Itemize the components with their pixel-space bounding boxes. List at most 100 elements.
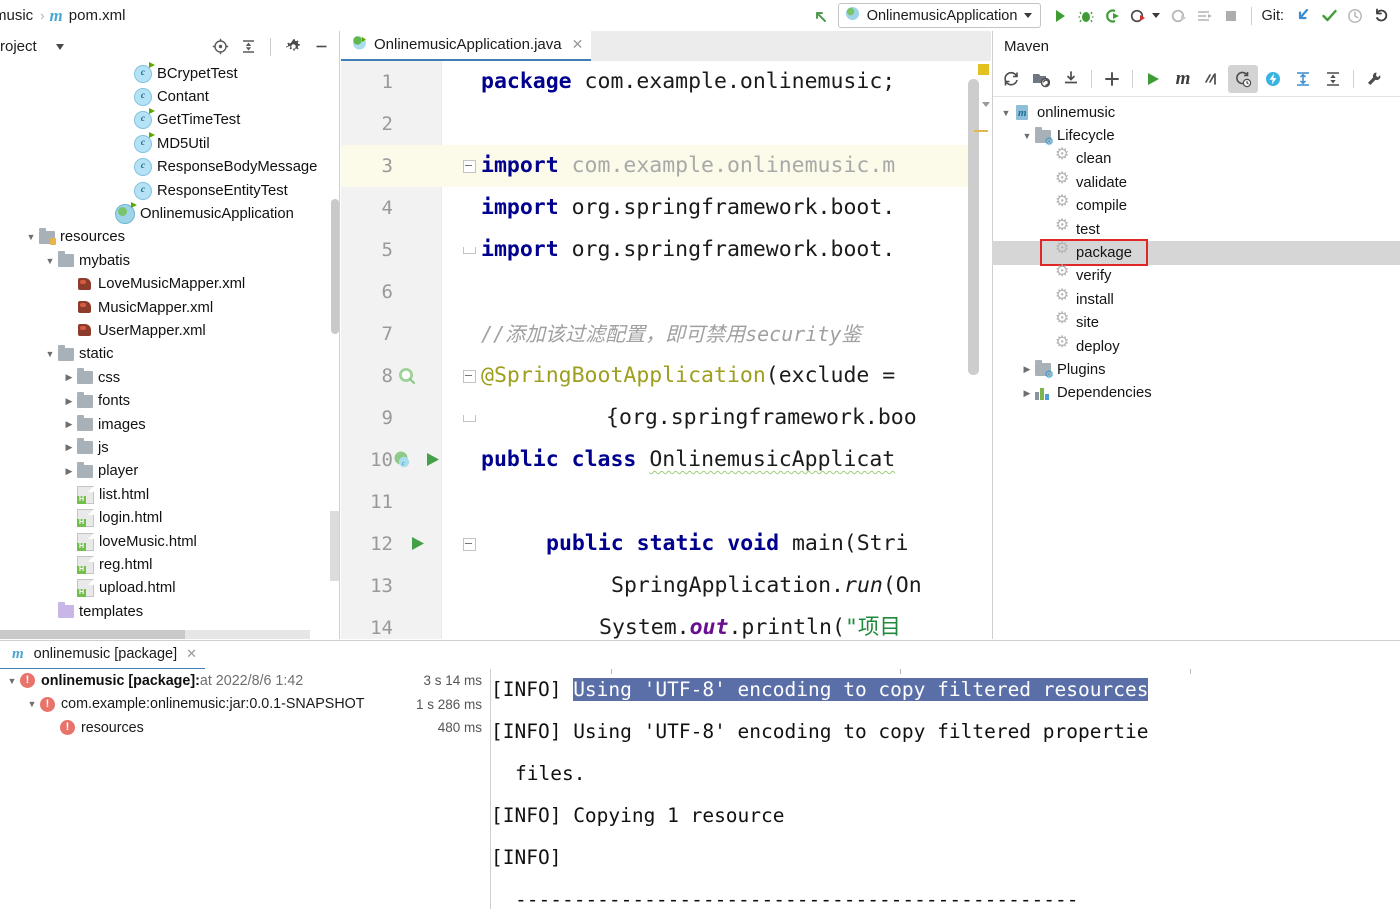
spring-bean-gutter-icon[interactable] [397, 366, 417, 390]
stop-button[interactable] [1218, 3, 1244, 29]
list-item[interactable]: ▶MusicMapper.xml [0, 296, 332, 319]
list-item[interactable]: ▶cResponseEntityTest [0, 179, 332, 202]
chevron-right-icon[interactable]: ▶ [61, 442, 77, 453]
chevron-down-icon[interactable]: ▼ [42, 349, 58, 359]
list-item[interactable]: ▶cContant [0, 85, 332, 108]
list-item[interactable]: ▶install [992, 288, 1400, 311]
toggle-offline-mode-icon[interactable] [1228, 65, 1258, 93]
run-maven-build-icon[interactable] [1138, 65, 1168, 93]
list-item[interactable]: ▶cBCrypetTest [0, 62, 332, 85]
fold-marker-end[interactable] [463, 242, 476, 255]
maven-goal-package-selected[interactable]: ▶package [992, 239, 1400, 267]
list-item[interactable]: ▶validate [992, 171, 1400, 194]
chevron-down-icon[interactable] [56, 44, 64, 50]
list-item[interactable]: ▶upload.html [0, 577, 332, 600]
list-item[interactable]: ▶ css [0, 366, 332, 389]
project-scrollbar-horizontal[interactable] [0, 630, 310, 639]
editor-scrollbar-vertical[interactable] [968, 61, 979, 639]
git-update-project-icon[interactable] [1290, 3, 1316, 29]
list-item[interactable]: ▶reg.html [0, 553, 332, 576]
chevron-right-icon[interactable]: ▶ [61, 419, 77, 430]
fold-marker[interactable] [463, 370, 476, 383]
toggle-skip-tests-icon[interactable] [1198, 65, 1228, 93]
breadcrumb-file[interactable]: pom.xml [67, 7, 128, 24]
build-result-tree[interactable]: ▼! onlinemusic [package]: at 2022/8/6 1:4… [0, 669, 490, 909]
fold-marker[interactable] [463, 160, 476, 173]
chevron-down-icon[interactable]: ▼ [4, 676, 20, 686]
list-item[interactable]: ▶UserMapper.xml [0, 319, 332, 342]
collapse-all-icon[interactable] [235, 34, 261, 60]
panel-divider[interactable] [339, 31, 340, 639]
git-rollback-icon[interactable] [1368, 3, 1394, 29]
list-item[interactable]: ▶cMD5Util [0, 131, 332, 155]
list-item[interactable]: ▶ fonts [0, 389, 332, 412]
target-icon[interactable] [207, 34, 233, 60]
add-maven-project-icon[interactable] [1026, 65, 1056, 93]
chevron-down-icon[interactable]: ▼ [998, 108, 1014, 118]
list-item[interactable]: ▶LoveMusicMapper.xml [0, 273, 332, 296]
reload-all-maven-projects-icon[interactable] [996, 65, 1026, 93]
close-icon[interactable]: ✕ [186, 646, 197, 662]
run-button[interactable] [1047, 3, 1073, 29]
list-item[interactable]: ▶ Dependencies [992, 382, 1400, 405]
chevron-down-icon[interactable]: ▼ [1019, 131, 1035, 141]
list-item[interactable]: ▶compile [992, 194, 1400, 218]
minimize-icon[interactable] [308, 34, 334, 60]
chevron-down-icon[interactable]: ▼ [23, 232, 39, 242]
gear-icon[interactable] [280, 34, 306, 60]
list-item[interactable]: ▶ player [0, 460, 332, 483]
toggle-ignored-projects-icon[interactable] [1258, 65, 1288, 93]
list-item[interactable]: ▼ resources [0, 226, 332, 249]
profiler-dropdown-icon[interactable] [1152, 13, 1161, 18]
fold-marker[interactable] [463, 538, 476, 551]
fold-marker-end[interactable] [463, 410, 476, 423]
chevron-down-icon[interactable]: ▼ [42, 256, 58, 266]
list-item[interactable]: ▶verify [992, 264, 1400, 288]
build-log-output[interactable]: [INFO] Using 'UTF-8' encoding to copy fi… [491, 669, 1400, 909]
close-icon[interactable]: ✕ [572, 36, 584, 53]
table-row[interactable]: ▶!resources480 ms [0, 716, 490, 740]
list-item[interactable]: ▶list.html [0, 483, 332, 506]
build-tab-onlinemusic-package[interactable]: m onlinemusic [package] ✕ [0, 641, 206, 670]
git-history-icon[interactable] [1342, 3, 1368, 29]
list-item[interactable]: ▶templates [0, 600, 332, 623]
list-item[interactable]: ▶cGetTimeTest [0, 108, 332, 132]
breadcrumb-project[interactable]: inemusic [0, 7, 35, 24]
run-gutter-icon[interactable] [424, 451, 441, 472]
collapse-all-icon[interactable] [1318, 65, 1348, 93]
list-item[interactable]: ▶site [992, 311, 1400, 335]
list-item[interactable]: ▶ images [0, 413, 332, 436]
list-item[interactable]: ▼ mybatis [0, 249, 332, 272]
run-configuration-selector[interactable]: OnlinemusicApplication [837, 3, 1042, 28]
run-multiple-icon[interactable] [1192, 3, 1218, 29]
list-item[interactable]: ▶deploy [992, 335, 1400, 358]
chevron-right-icon[interactable]: ▶ [1019, 388, 1035, 399]
project-file-tree[interactable]: ▶cBCrypetTest▶cContant▶cGetTimeTest▶cMD5… [0, 62, 332, 639]
list-item[interactable]: ▼ static [0, 343, 332, 366]
maven-settings-icon[interactable] [1359, 65, 1389, 93]
chevron-down-icon[interactable]: ▼ [24, 699, 40, 709]
execute-maven-goal-icon[interactable]: m [1168, 65, 1198, 93]
chevron-right-icon[interactable]: ▶ [61, 396, 77, 407]
profiler-button[interactable] [1125, 3, 1151, 29]
chevron-right-icon[interactable]: ▶ [61, 372, 77, 383]
table-row[interactable]: ▼! onlinemusic [package]: at 2022/8/6 1:4… [0, 669, 490, 693]
project-scrollbar-track[interactable] [330, 511, 339, 581]
chevron-down-icon[interactable] [1024, 13, 1033, 18]
attach-button[interactable] [1166, 3, 1192, 29]
add-icon[interactable] [1097, 65, 1127, 93]
back-arrow-icon[interactable] [808, 3, 834, 29]
editor-tab-onlinemusicapplication[interactable]: OnlinemusicApplication.java ✕ [341, 31, 592, 61]
list-item[interactable]: ▼ onlinemusic [992, 101, 1400, 124]
git-commit-icon[interactable] [1316, 3, 1342, 29]
list-item[interactable]: ▶OnlinemusicApplication [0, 202, 332, 225]
list-item[interactable]: ▶clean [992, 147, 1400, 171]
download-sources-icon[interactable] [1056, 65, 1086, 93]
chevron-right-icon[interactable]: ▶ [61, 466, 77, 477]
expand-all-icon[interactable] [1288, 65, 1318, 93]
project-scrollbar-vertical[interactable] [331, 199, 339, 334]
list-item[interactable]: ▶ Plugins [992, 358, 1400, 381]
list-item[interactable]: ▶test [992, 218, 1400, 241]
debug-button[interactable] [1073, 3, 1099, 29]
spring-boot-gutter-icon[interactable]: c [393, 450, 414, 475]
